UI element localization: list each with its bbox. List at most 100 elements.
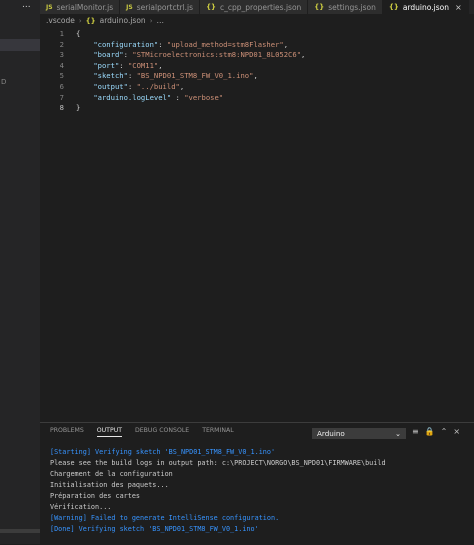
tab-label: settings.json (328, 2, 376, 12)
json-key: "arduino.logLevel" (93, 92, 172, 102)
output-line: [Done] Verifying sketch 'BS_NPD01_STM8_F… (50, 525, 259, 533)
clear-output-icon[interactable]: ≡ (412, 427, 419, 436)
json-punct (76, 93, 93, 102)
line-number: 3 (59, 50, 64, 60)
maximize-panel-icon[interactable]: ⌃ (441, 427, 448, 436)
line-number: 8 (59, 103, 64, 113)
json-file-icon: {} (314, 3, 325, 11)
json-punct (76, 82, 93, 91)
panel-tab-terminal[interactable]: TERMINAL (202, 427, 233, 437)
output-line: Préparation des cartes (50, 492, 141, 500)
tab-settings-json[interactable]: {} settings.json (308, 0, 383, 14)
tab-label: serialMonitor.js (56, 2, 114, 12)
json-key: "board" (93, 50, 124, 60)
panel-tab-debug-console[interactable]: DEBUG CONSOLE (135, 427, 189, 437)
json-punct: , (158, 60, 163, 70)
breadcrumb-separator: › (149, 16, 153, 25)
code-line: 5 "sketch": "BS_NPD01_STM8_FW_V0_1.ino", (40, 71, 258, 82)
line-number: 7 (59, 92, 64, 102)
tab-c-cpp-properties-json[interactable]: {} c_cpp_properties.json (200, 0, 309, 14)
json-punct: { (76, 29, 81, 38)
output-channel-select[interactable]: Arduino ⌄ (312, 428, 406, 439)
json-punct: , (179, 82, 185, 91)
panel-tab-bar: PROBLEMS OUTPUT DEBUG CONSOLE TERMINAL (50, 427, 234, 437)
json-punct: , (301, 50, 306, 60)
breadcrumb-folder[interactable]: .vscode (46, 16, 75, 25)
output-line: [Starting] Verifying sketch 'BS_NPD01_ST… (50, 448, 276, 456)
output-log[interactable]: [Starting] Verifying sketch 'BS_NPD01_ST… (50, 447, 386, 535)
code-text: "sketch": "BS_NPD01_STM8_FW_V0_1.ino", (76, 71, 258, 82)
json-string: "COM11" (127, 60, 159, 70)
json-punct (76, 50, 93, 59)
code-line: 1{ (40, 29, 81, 40)
json-punct: : (171, 92, 185, 102)
editor-tab-bar: JS serialMonitor.js JS serialportctrl.js{} c… (40, 0, 474, 14)
json-file-icon: {} (206, 3, 217, 11)
panel-tab-output[interactable]: OUTPUT (96, 427, 122, 437)
tab-label: arduino.json (402, 2, 449, 12)
json-punct: : (127, 82, 137, 91)
line-number: 2 (59, 39, 64, 49)
code-text: "configuration": "upload_method=stm8Flas… (76, 40, 288, 51)
json-punct (76, 61, 93, 70)
json-punct: : (123, 50, 133, 60)
breadcrumb-symbols[interactable]: … (157, 16, 165, 25)
json-string: "STMicroelectronics:stm8:NPD01_8L052C6" (132, 50, 302, 60)
json-punct (76, 40, 93, 49)
code-line: 3 "board": "STMicroelectronics:stm8:NPD0… (40, 50, 306, 61)
tab-arduino-json[interactable]: {} arduino.json × (382, 0, 469, 14)
json-punct: } (76, 103, 81, 113)
code-line: 6 "output": "../build", (40, 82, 185, 93)
code-text: "output": "../build", (76, 82, 184, 93)
code-text: } (76, 103, 80, 114)
code-line: 4 "port": "COM11", (40, 61, 163, 72)
output-line: [Warning] Failed to generate IntelliSens… (50, 514, 280, 522)
sidebar-item-fragment: D (1, 78, 7, 86)
explorer-sidebar: ... D (0, 0, 40, 544)
json-punct: : (127, 71, 137, 81)
lock-scroll-icon[interactable]: 🔒 (425, 427, 435, 436)
json-punct (76, 71, 93, 80)
json-string: "upload_method=stm8Flasher" (166, 39, 284, 49)
json-punct: : (119, 60, 128, 70)
output-line: Chargement de la configuration (50, 470, 173, 478)
output-line: Please see the build logs in output path… (50, 459, 386, 467)
bottom-panel: PROBLEMS OUTPUT DEBUG CONSOLE TERMINAL Ardu… (40, 422, 474, 545)
json-punct: : (158, 39, 167, 49)
json-string: "verbose" (184, 92, 224, 102)
line-number: 5 (59, 71, 64, 81)
line-number: 6 (59, 82, 64, 91)
json-key: "output" (93, 82, 128, 91)
breadcrumb: .vscode › {} arduino.json › … (40, 14, 164, 27)
tab-label: c_cpp_properties.json (220, 2, 302, 12)
code-text: "arduino.logLevel" : "verbose" (76, 93, 223, 104)
code-line: 2 "configuration": "upload_method=stm8Fl… (40, 40, 288, 51)
code-editor[interactable]: 1{2 "configuration": "upload_method=stm8… (40, 27, 474, 422)
chevron-down-icon: ⌄ (394, 429, 401, 438)
tab-serialportctrl-js[interactable]: JS serialportctrl.js (120, 0, 201, 14)
js-file-icon: JS (126, 3, 133, 11)
sidebar-selected-item[interactable] (0, 39, 40, 51)
json-punct: , (253, 71, 258, 81)
json-string: "../build" (136, 82, 180, 91)
sidebar-scrollbar[interactable] (0, 529, 40, 533)
json-file-icon: {} (388, 3, 399, 11)
tab-label: serialportctrl.js (136, 2, 194, 12)
output-line: Initialisation des paquets... (50, 481, 169, 489)
breadcrumb-separator: › (78, 16, 82, 25)
json-punct: , (283, 39, 289, 49)
line-number: 4 (59, 60, 64, 70)
panel-actions: ≡ 🔒 ⌃ × (412, 427, 460, 436)
code-line: 8} (40, 103, 81, 114)
tab-serialmonitor-js[interactable]: JS serialMonitor.js (40, 0, 121, 14)
breadcrumb-file[interactable]: arduino.json (100, 16, 146, 25)
close-panel-icon[interactable]: × (453, 427, 460, 436)
json-key: "sketch" (93, 71, 128, 81)
json-key: "port" (93, 60, 120, 70)
js-file-icon: JS (46, 3, 53, 11)
json-key: "configuration" (93, 39, 159, 49)
output-line: Vérification... (50, 503, 112, 511)
close-icon[interactable]: × (455, 3, 462, 12)
sidebar-more-icon[interactable]: ... (22, 0, 31, 10)
panel-tab-problems[interactable]: PROBLEMS (50, 427, 84, 437)
